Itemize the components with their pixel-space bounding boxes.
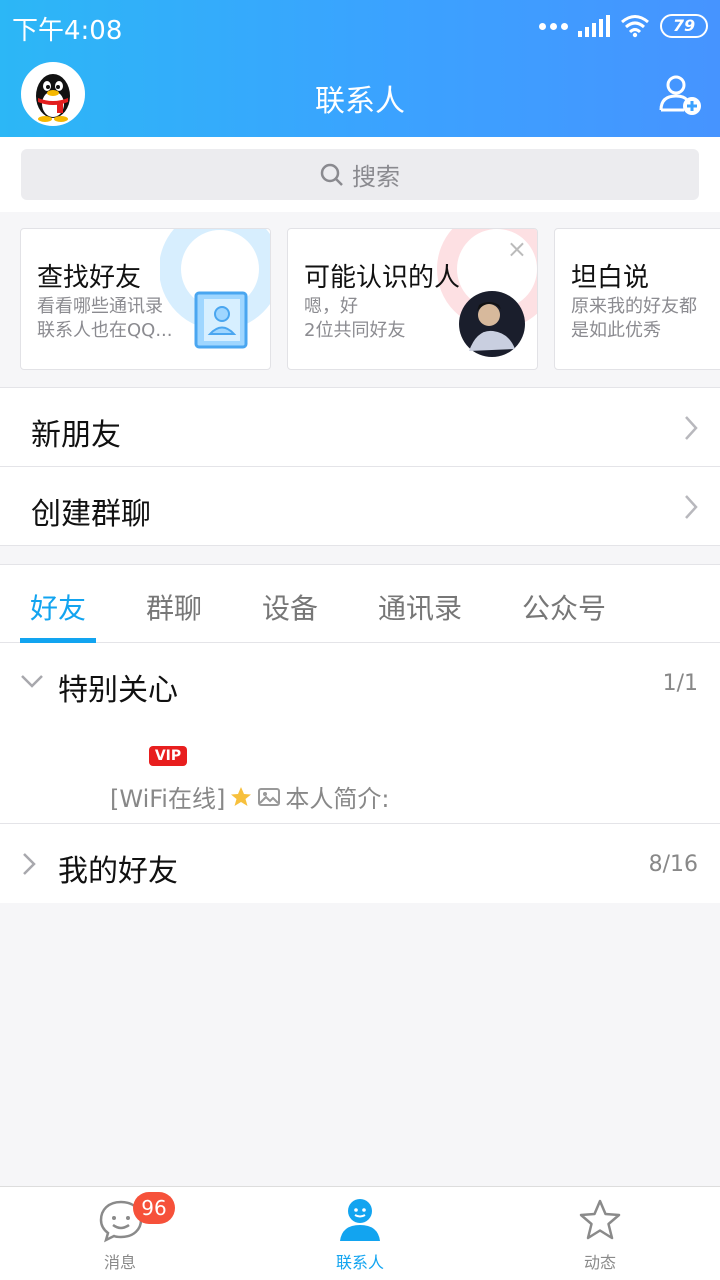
card-subtitle: 嗯，好 2位共同好友 <box>304 295 405 343</box>
card-subtitle: 原来我的好友都 是如此优秀 <box>571 295 697 343</box>
online-status: [WiFi在线] <box>110 785 226 813</box>
more-dots-icon <box>539 22 568 30</box>
status-icons: 79 <box>539 12 708 40</box>
tab-groups[interactable]: 群聊 <box>146 587 202 627</box>
chevron-right-icon <box>685 495 698 519</box>
card-subtitle-line1: 嗯，好 <box>304 296 358 317</box>
tab-official-accounts[interactable]: 公众号 <box>522 587 606 627</box>
chevron-right-icon <box>23 853 36 875</box>
group-count: 1/1 <box>662 671 698 696</box>
wifi-icon <box>621 15 649 38</box>
nav-label: 动态 <box>583 1253 616 1272</box>
star-outline-icon <box>579 1199 621 1240</box>
row-create-group[interactable]: 创建群聊 <box>0 466 720 546</box>
recommend-cards: 查找好友 看看哪些通讯录 联系人也在QQ... 可能认识的人 × 嗯，好 2位共… <box>0 212 720 387</box>
close-icon[interactable]: × <box>507 235 527 263</box>
group-label: 特别关心 <box>58 673 178 708</box>
row-new-friends[interactable]: 新朋友 <box>0 387 720 466</box>
add-friend-icon[interactable] <box>658 72 702 116</box>
status-time: 下午4:08 <box>12 16 123 46</box>
row-label: 创建群聊 <box>31 497 151 532</box>
card-subtitle-line2: 联系人也在QQ... <box>37 320 173 341</box>
group-special-care[interactable]: 特别关心 1/1 <box>0 643 720 723</box>
group-count: 8/16 <box>648 852 698 877</box>
card-subtitle-line2: 是如此优秀 <box>571 320 661 341</box>
card-subtitle: 看看哪些通讯录 联系人也在QQ... <box>37 295 173 343</box>
star-icon <box>231 786 252 806</box>
search-input[interactable]: 搜索 <box>21 149 699 200</box>
nav-messages[interactable]: 96 消息 <box>0 1187 240 1280</box>
tab-devices[interactable]: 设备 <box>262 587 318 627</box>
friend-bio: 本人简介: <box>285 785 390 813</box>
card-subtitle-line1: 原来我的好友都 <box>571 296 697 317</box>
page-title: 联系人 <box>315 84 405 119</box>
contacts-icon <box>340 1199 380 1241</box>
card-may-know[interactable]: 可能认识的人 × 嗯，好 2位共同好友 <box>287 228 538 370</box>
contacts-tabs: 好友 群聊 设备 通讯录 公众号 <box>0 564 720 643</box>
chevron-right-icon <box>685 416 698 440</box>
nav-label: 联系人 <box>335 1253 384 1272</box>
search-container: 搜索 <box>0 137 720 212</box>
header-bar: 下午4:08 79 联系人 <box>0 0 720 137</box>
card-subtitle-line2: 2位共同好友 <box>304 320 406 341</box>
nav-label: 消息 <box>103 1253 136 1272</box>
tab-address-book[interactable]: 通讯录 <box>378 587 462 627</box>
suggested-user-avatar[interactable] <box>459 291 525 357</box>
row-label: 新朋友 <box>31 418 121 453</box>
group-label: 我的好友 <box>58 854 178 889</box>
card-title: 查找好友 <box>37 263 142 293</box>
card-subtitle-line1: 看看哪些通讯录 <box>37 296 163 317</box>
bottom-navigation: 96 消息 联系人 动态 <box>0 1186 720 1280</box>
contacts-book-icon <box>194 291 248 349</box>
battery-indicator: 79 <box>660 14 708 38</box>
group-my-friends[interactable]: 我的好友 8/16 <box>0 823 720 903</box>
nav-contacts[interactable]: 联系人 <box>240 1187 480 1280</box>
search-icon <box>320 163 343 186</box>
friend-item[interactable]: VIP [WiFi在线] 本人简介: <box>0 723 720 823</box>
card-title: 可能认识的人 <box>304 263 461 293</box>
tab-friends[interactable]: 好友 <box>30 587 86 627</box>
card-confession[interactable]: 坦白说 原来我的好友都 是如此优秀 <box>554 228 720 370</box>
vip-badge: VIP <box>149 746 187 766</box>
unread-badge: 96 <box>133 1192 175 1224</box>
card-find-friends[interactable]: 查找好友 看看哪些通讯录 联系人也在QQ... <box>20 228 271 370</box>
search-placeholder: 搜索 <box>352 163 400 191</box>
card-title: 坦白说 <box>571 263 650 293</box>
friend-status: [WiFi在线] 本人简介: <box>110 779 389 814</box>
nav-feeds[interactable]: 动态 <box>480 1187 720 1280</box>
chevron-down-icon <box>21 675 43 688</box>
status-bar: 下午4:08 79 <box>0 0 720 52</box>
signal-icon <box>578 15 610 37</box>
image-icon <box>258 787 281 806</box>
